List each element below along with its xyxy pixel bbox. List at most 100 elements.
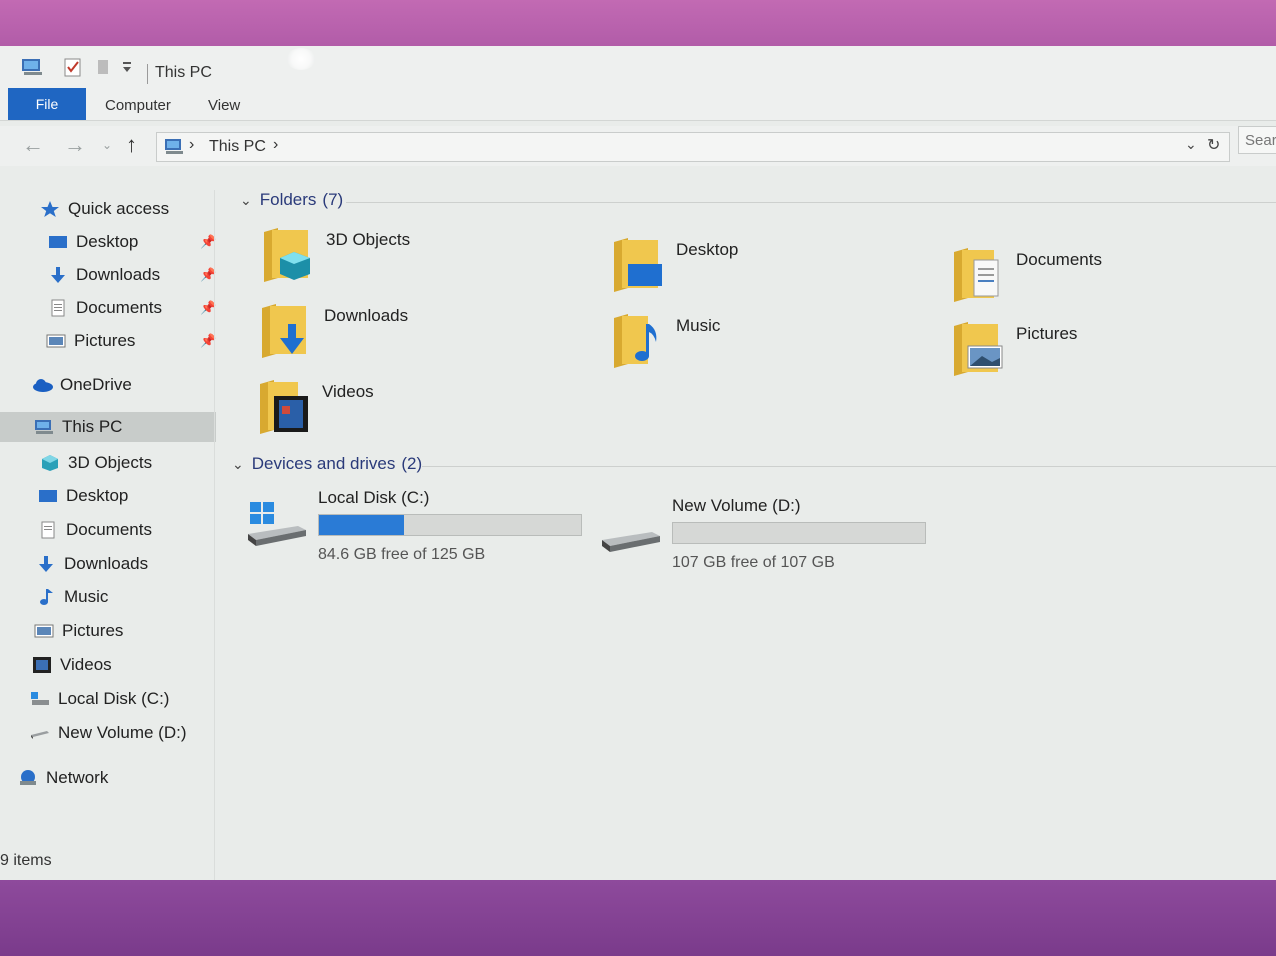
up-arrow-icon[interactable]: ↑ <box>126 132 137 158</box>
star-icon <box>40 200 60 218</box>
recent-locations-icon[interactable]: ⌄ <box>102 138 112 152</box>
sidebar-item-pictures[interactable]: Pictures <box>34 616 123 646</box>
sidebar-item-label: 3D Objects <box>68 453 153 472</box>
sidebar-item-new-volume-d[interactable]: New Volume (D:) <box>30 718 186 748</box>
devices-count: (2) <box>401 454 423 473</box>
pane-divider[interactable] <box>214 190 215 880</box>
folders-header-label: Folders <box>259 190 317 209</box>
folder-pictures-icon <box>952 320 1004 383</box>
sidebar-item-quick-downloads[interactable]: Downloads <box>48 260 160 290</box>
chevron-down-icon: ⌄ <box>240 191 252 208</box>
breadcrumb-chevron-icon[interactable]: › <box>189 136 194 154</box>
videos-icon <box>32 656 52 674</box>
downloads-icon <box>48 266 68 284</box>
title-bar: This PC <box>0 46 1276 88</box>
address-dropdown-icon[interactable]: ⌄ <box>1185 136 1197 153</box>
sidebar-item-onedrive[interactable]: OneDrive <box>32 370 132 400</box>
sidebar-item-network[interactable]: Network <box>18 763 108 793</box>
cube-icon <box>40 454 60 472</box>
folder-label: Music <box>676 316 721 335</box>
sidebar-item-label: Pictures <box>74 331 136 350</box>
drive-free-space: 84.6 GB free of 125 GB <box>318 546 486 563</box>
group-divider <box>422 466 1276 467</box>
folder-label: Downloads <box>324 306 409 325</box>
windows-drive-icon <box>246 500 308 553</box>
sidebar-item-label: Music <box>64 587 109 606</box>
sidebar-item-label: Quick access <box>68 199 170 218</box>
folders-count: (7) <box>322 190 344 209</box>
sidebar-item-label: Local Disk (C:) <box>58 689 170 708</box>
sidebar-item-quick-documents[interactable]: Documents <box>48 293 162 323</box>
folder-label: Videos <box>322 382 374 401</box>
item-count: 9 items <box>0 852 52 869</box>
navigation-pane: Quick access Desktop 📌 Downloads 📌 Docum… <box>0 190 216 870</box>
drive-new-volume-d[interactable]: New Volume (D:) 107 GB free of 107 GB <box>600 496 926 572</box>
title-separator <box>147 64 148 84</box>
devices-group-header[interactable]: ⌄ Devices and drives (2) <box>232 454 422 474</box>
breadcrumb-this-pc[interactable]: This PC <box>209 138 266 156</box>
sidebar-item-quick-access[interactable]: Quick access <box>40 194 169 224</box>
breadcrumb-chevron-icon[interactable]: › <box>273 136 278 154</box>
cloud-icon <box>32 376 53 394</box>
drive-free-space: 107 GB free of 107 GB <box>672 554 835 571</box>
sidebar-item-documents[interactable]: Documents <box>38 515 152 545</box>
downloads-icon <box>36 555 56 573</box>
sidebar-item-label: New Volume (D:) <box>58 723 187 742</box>
documents-icon <box>48 299 68 317</box>
properties-icon[interactable] <box>62 56 84 78</box>
sidebar-item-music[interactable]: Music <box>36 582 108 612</box>
tab-view[interactable]: View <box>208 97 240 114</box>
sidebar-item-label: Downloads <box>64 554 149 573</box>
drive-usage-bar <box>318 514 582 536</box>
desktop-background-bottom <box>0 880 1276 956</box>
folder-videos[interactable]: Videos <box>258 378 374 441</box>
sidebar-item-label: Documents <box>76 298 162 317</box>
sidebar-item-label: Documents <box>66 520 152 539</box>
search-input[interactable]: Sear <box>1238 126 1276 154</box>
ribbon: File Computer View <box>0 88 1276 121</box>
sidebar-item-label: Pictures <box>62 621 124 640</box>
tab-file[interactable]: File <box>8 88 86 120</box>
sidebar-item-videos[interactable]: Videos <box>32 650 112 680</box>
sidebar-item-quick-pictures[interactable]: Pictures <box>46 326 135 356</box>
folder-music-icon <box>612 312 664 375</box>
folder-label: Pictures <box>1016 324 1078 343</box>
computer-icon <box>34 418 54 436</box>
folder-3d-objects[interactable]: 3D Objects <box>262 226 410 289</box>
address-bar[interactable]: › This PC › ⌄ ↻ <box>156 132 1230 162</box>
sidebar-item-label: Desktop <box>76 232 139 251</box>
desktop-icon <box>48 233 68 251</box>
sidebar-item-desktop[interactable]: Desktop <box>38 481 128 511</box>
folder-documents[interactable]: Documents <box>952 246 1102 309</box>
drive-icon <box>30 724 50 742</box>
folder-label: Documents <box>1016 250 1102 269</box>
screen-glare <box>286 48 316 70</box>
folders-group-header[interactable]: ⌄ Folders (7) <box>240 190 343 210</box>
folder-downloads-icon <box>260 302 312 365</box>
folder-desktop[interactable]: Desktop <box>612 236 738 299</box>
sidebar-item-label: Desktop <box>66 486 129 505</box>
status-bar: 9 items <box>0 846 1276 876</box>
drive-label: New Volume (D:) <box>672 496 801 515</box>
computer-icon <box>163 137 185 162</box>
computer-icon[interactable] <box>20 56 46 78</box>
folder-music[interactable]: Music <box>612 312 720 375</box>
sidebar-item-quick-desktop[interactable]: Desktop <box>48 227 138 257</box>
sidebar-item-local-disk-c[interactable]: Local Disk (C:) <box>30 684 169 714</box>
sidebar-item-3d-objects[interactable]: 3D Objects <box>40 448 152 478</box>
folder-pictures[interactable]: Pictures <box>952 320 1077 383</box>
drive-local-disk-c[interactable]: Local Disk (C:) 84.6 GB free of 125 GB <box>246 488 582 564</box>
tab-computer[interactable]: Computer <box>105 97 171 114</box>
sidebar-item-this-pc[interactable]: This PC <box>0 412 216 442</box>
forward-arrow-icon[interactable]: → <box>64 132 86 158</box>
folder-label: Desktop <box>676 240 739 259</box>
customize-quick-access-icon[interactable] <box>120 60 134 82</box>
new-folder-icon[interactable] <box>96 56 110 78</box>
refresh-icon[interactable]: ↻ <box>1207 135 1220 155</box>
sidebar-item-downloads[interactable]: Downloads <box>36 549 148 579</box>
documents-icon <box>38 521 58 539</box>
window-title: This PC <box>155 64 212 81</box>
chevron-down-icon: ⌄ <box>232 455 244 472</box>
folder-downloads[interactable]: Downloads <box>260 302 408 365</box>
back-arrow-icon[interactable]: ← <box>22 132 44 158</box>
